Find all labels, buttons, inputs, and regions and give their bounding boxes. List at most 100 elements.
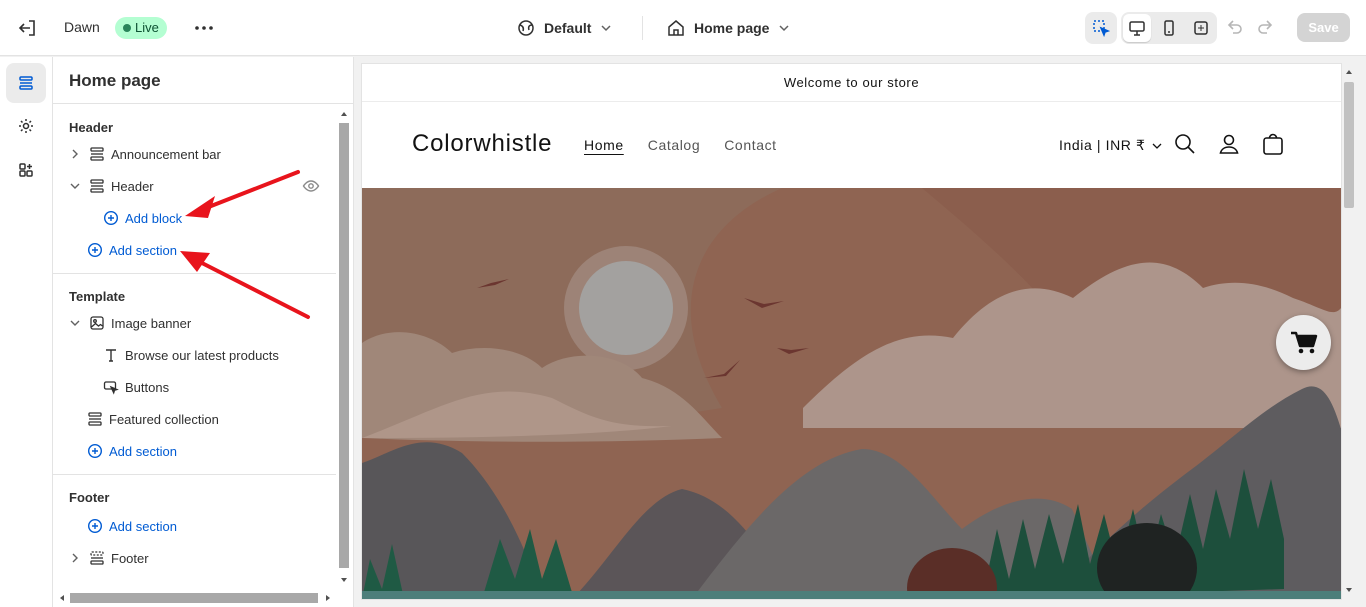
globe-icon [518, 20, 534, 36]
scrollbar-thumb[interactable] [1344, 82, 1354, 208]
chevron-down-icon [601, 25, 611, 32]
shopping-cart-icon [1290, 331, 1317, 353]
settings-icon [19, 119, 33, 133]
chevron-down-icon[interactable] [69, 180, 81, 192]
scroll-down-icon[interactable] [337, 575, 351, 585]
nav-link-catalog[interactable]: Catalog [648, 137, 700, 153]
chevron-down-icon [779, 25, 789, 32]
chevron-down-icon[interactable] [69, 317, 81, 329]
viewport-switcher [1121, 12, 1217, 44]
mobile-icon[interactable] [1155, 14, 1183, 42]
template-selector-label: Default [544, 20, 592, 36]
section-header[interactable]: Header [69, 174, 154, 198]
divider [53, 474, 336, 475]
storefront-preview: Welcome to our store Colorwhistle Home C… [362, 64, 1341, 599]
page-selector[interactable]: Home page [666, 14, 791, 42]
header-group-heading: Header [69, 120, 114, 135]
add-section-label: Add section [109, 242, 177, 258]
home-icon [668, 20, 684, 36]
section-icon [88, 412, 102, 426]
footer-section-icon [90, 551, 104, 565]
cart-icon[interactable] [1261, 132, 1285, 156]
panel-vertical-scrollbar[interactable] [337, 107, 351, 587]
template-selector[interactable]: Default [516, 14, 613, 42]
add-section-label: Add section [109, 443, 177, 459]
search-icon[interactable] [1173, 132, 1197, 156]
undo-icon[interactable] [1222, 16, 1246, 40]
page-title: Home page [69, 71, 161, 90]
redo-icon[interactable] [1254, 16, 1278, 40]
divider [53, 103, 354, 104]
chevron-right-icon[interactable] [69, 148, 81, 160]
sections-icon [19, 76, 33, 90]
button-cursor-icon [103, 381, 119, 395]
scroll-left-icon[interactable] [57, 591, 67, 605]
add-section-button[interactable]: Add section [87, 514, 177, 538]
inspector-toggle[interactable] [1085, 12, 1117, 44]
plus-circle-icon [87, 242, 103, 258]
floating-cart-button[interactable] [1276, 315, 1331, 370]
plus-circle-icon [87, 443, 103, 459]
desktop-icon[interactable] [1123, 14, 1151, 42]
text-icon [106, 349, 116, 362]
app-embeds-nav-button[interactable] [6, 150, 46, 190]
scroll-right-icon[interactable] [323, 591, 333, 605]
chevron-right-icon[interactable] [69, 552, 81, 564]
main-nav: Home Catalog Contact [584, 137, 777, 153]
add-section-button[interactable]: Add section [87, 439, 177, 463]
section-image-banner[interactable]: Image banner [69, 311, 191, 335]
section-footer[interactable]: Footer [69, 546, 149, 570]
scroll-up-icon[interactable] [1341, 66, 1357, 78]
announcement-bar[interactable]: Welcome to our store [362, 64, 1341, 102]
section-featured-collection[interactable]: Featured collection [87, 407, 219, 431]
add-section-label: Add section [109, 518, 177, 534]
editor-left-rail [0, 57, 53, 607]
inspector-icon[interactable] [1087, 14, 1115, 42]
eye-icon[interactable] [302, 177, 320, 195]
theme-settings-nav-button[interactable] [6, 106, 46, 146]
account-icon[interactable] [1217, 132, 1241, 156]
footer-group-heading: Footer [69, 490, 110, 505]
scrollbar-thumb[interactable] [339, 123, 349, 568]
scrollbar-thumb[interactable] [70, 593, 318, 603]
template-group-heading: Template [69, 289, 126, 304]
toolbar-divider [642, 16, 643, 40]
chevron-down-icon [1153, 143, 1162, 149]
exit-icon[interactable] [16, 16, 40, 40]
block-label: Buttons [125, 379, 170, 395]
section-label: Header [111, 178, 154, 194]
save-button[interactable]: Save [1297, 13, 1350, 42]
currency-label: India | INR ₹ [1059, 137, 1146, 153]
more-icon[interactable] [192, 16, 216, 40]
section-label: Footer [111, 550, 149, 566]
add-block-button[interactable]: Add block [103, 206, 182, 230]
add-section-button[interactable]: Add section [87, 238, 177, 262]
plus-circle-icon [87, 518, 103, 534]
section-label: Image banner [111, 315, 192, 331]
page-selector-label: Home page [694, 20, 770, 36]
nav-link-home[interactable]: Home [584, 137, 624, 153]
apps-icon [19, 163, 33, 177]
panel-horizontal-scrollbar[interactable] [57, 591, 335, 605]
section-label: Announcement bar [111, 146, 221, 162]
section-icon [90, 179, 104, 193]
plus-circle-icon [103, 210, 119, 226]
image-banner-illustration[interactable] [362, 188, 1341, 599]
scroll-down-icon[interactable] [1341, 584, 1357, 596]
scroll-up-icon[interactable] [337, 109, 351, 119]
editor-top-bar: Dawn Live Default Home page Save [0, 0, 1366, 56]
store-logo-text[interactable]: Colorwhistle [412, 130, 552, 158]
section-announcement-bar[interactable]: Announcement bar [69, 142, 221, 166]
divider [53, 273, 336, 274]
section-label: Featured collection [109, 411, 219, 427]
preview-scrollbar[interactable] [1341, 64, 1357, 599]
block-label: Browse our latest products [125, 347, 279, 363]
nav-link-contact[interactable]: Contact [724, 137, 776, 153]
sections-nav-button[interactable] [6, 63, 46, 103]
fullscreen-icon[interactable] [1187, 14, 1215, 42]
country-currency-selector[interactable]: India | INR ₹ [1059, 137, 1163, 154]
live-status-badge: Live [115, 17, 167, 39]
block-buttons[interactable]: Buttons [103, 375, 169, 399]
sections-panel: Home page Header Announcement bar Header… [53, 57, 354, 607]
block-browse-heading[interactable]: Browse our latest products [103, 343, 279, 367]
